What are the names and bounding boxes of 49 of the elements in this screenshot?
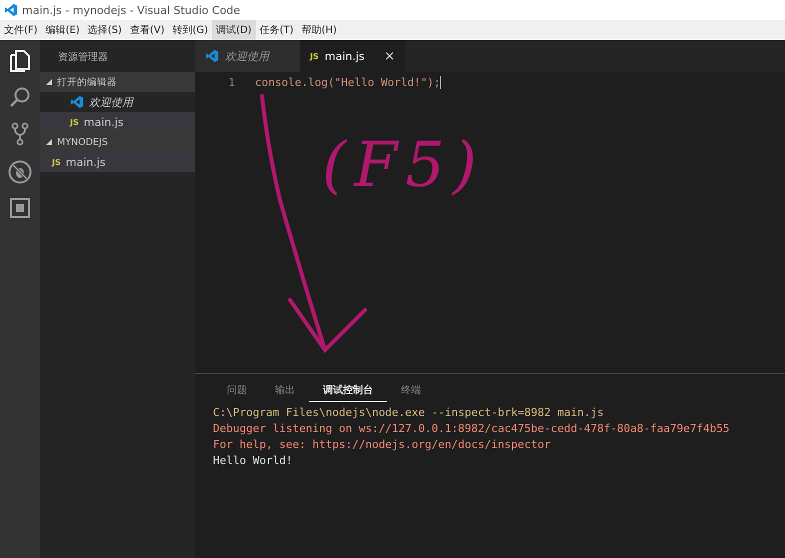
menu-item[interactable]: 调试(D): [212, 20, 256, 40]
tab-label: main.js: [324, 50, 365, 62]
js-file-label: JS: [70, 118, 79, 126]
section-header[interactable]: 打开的编辑器: [40, 72, 195, 92]
menu-item[interactable]: 转到(G): [168, 20, 212, 40]
section-title: MYNODEJS: [57, 136, 108, 148]
file-name: 欢迎使用: [89, 94, 133, 110]
window-title: main.js - mynodejs - Visual Studio Code: [22, 4, 240, 16]
tab-label: 欢迎使用: [225, 48, 269, 64]
extensions-icon[interactable]: [10, 198, 30, 218]
menu-item[interactable]: 文件(F): [0, 20, 42, 40]
menu-item[interactable]: 帮助(H): [298, 20, 341, 40]
menu-item[interactable]: 查看(V): [126, 20, 168, 40]
vscode-logo-icon: [205, 49, 219, 63]
files-icon[interactable]: [10, 50, 30, 72]
file-name: main.js: [84, 116, 124, 128]
code-line: console.log("Hello World!");: [255, 76, 442, 88]
panel-tab[interactable]: 终端: [387, 378, 435, 402]
no-bug-icon[interactable]: [8, 160, 32, 184]
console-line: C:\Program Files\nodejs\node.exe --inspect-brk=8982 main.js: [213, 406, 605, 421]
panel-tab[interactable]: 输出: [261, 378, 309, 402]
handwritten-note: (F5): [322, 128, 485, 201]
line-number: 1: [227, 76, 235, 88]
vscode-logo-icon: [70, 95, 84, 109]
js-file-label: JS: [310, 52, 319, 60]
section-header[interactable]: MYNODEJS: [40, 132, 195, 152]
console-line: For help, see: https://nodejs.org/en/docs/inspector: [213, 438, 552, 453]
console-line: Debugger listening on ws://127.0.0.1:8982/cac475be-cedd-478f-80a8-faa79e7f4b55: [213, 422, 731, 437]
menu-item[interactable]: 选择(S): [84, 20, 126, 40]
vscode-logo-icon: [4, 3, 18, 17]
expand-triangle-icon[interactable]: [46, 139, 52, 145]
sidebar-title: 资源管理器: [57, 51, 109, 65]
panel-tab[interactable]: 调试控制台: [309, 378, 387, 402]
editor-tab[interactable]: 欢迎使用: [195, 40, 300, 72]
file-item[interactable]: JS main.js: [40, 112, 195, 132]
branch-icon[interactable]: [11, 122, 29, 146]
file-name: main.js: [66, 156, 106, 168]
menu-item[interactable]: 任务(T): [256, 20, 298, 40]
section-title: 打开的编辑器: [57, 76, 117, 88]
expand-triangle-icon[interactable]: [46, 79, 52, 85]
menu-item[interactable]: 编辑(E): [42, 20, 84, 40]
search-icon[interactable]: [9, 86, 31, 108]
file-item[interactable]: 欢迎使用: [40, 92, 195, 112]
js-file-label: JS: [52, 158, 61, 166]
panel-tab[interactable]: 问题: [213, 378, 261, 402]
file-item[interactable]: JS main.js: [40, 152, 195, 172]
editor-tab[interactable]: JS main.js ×: [300, 40, 405, 72]
console-line: Hello World!: [213, 454, 294, 469]
close-icon[interactable]: ×: [384, 48, 395, 64]
